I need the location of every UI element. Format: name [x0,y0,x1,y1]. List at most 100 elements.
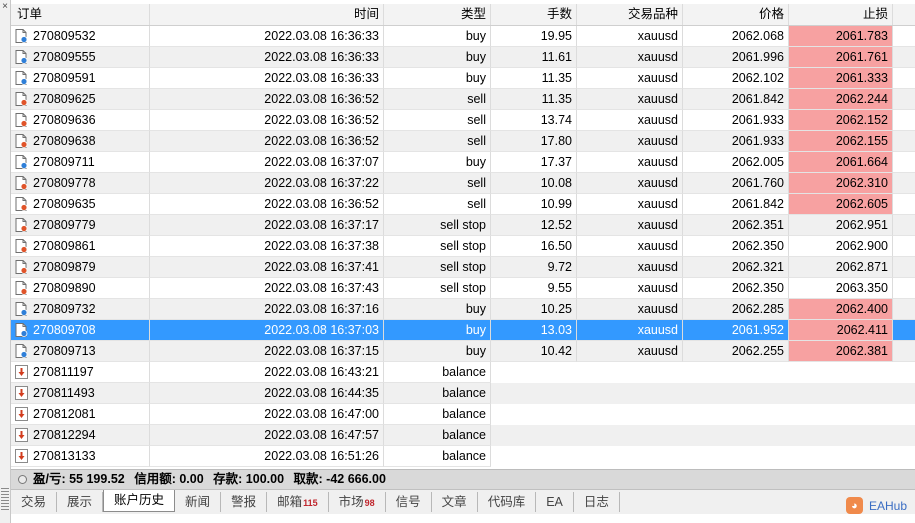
table-row[interactable]: 270809635 2022.03.08 16:36:52 sell 10.99 xau… [11,194,915,215]
symbol-cell: xauusd [577,320,683,341]
tab-0[interactable]: 交易 [11,492,58,512]
table-row[interactable]: 270812081 2022.03.08 16:47:00 balance [11,404,915,425]
volume-cell [491,425,577,446]
tab-7[interactable]: 信号 [386,492,432,512]
table-row[interactable]: 270809555 2022.03.08 16:36:33 buy 11.61 xauu… [11,47,915,68]
sell-order-icon [15,92,28,106]
filler-cell [893,341,915,362]
table-row[interactable]: 270811493 2022.03.08 16:44:35 balance [11,383,915,404]
time-cell: 2022.03.08 16:37:16 [150,299,384,320]
column-header-type[interactable]: 类型 [384,4,491,25]
table-row[interactable]: 270809711 2022.03.08 16:37:07 buy 17.37 xauu… [11,152,915,173]
table-row[interactable]: 270809636 2022.03.08 16:36:52 sell 13.74 xau… [11,110,915,131]
stop-loss-cell: 2062.411 [789,320,893,341]
time-cell: 2022.03.08 16:37:17 [150,215,384,236]
time-cell: 2022.03.08 16:36:52 [150,131,384,152]
stop-loss-cell: 2061.664 [789,152,893,173]
time-cell: 2022.03.08 16:37:22 [150,173,384,194]
toolbox-grip-handle[interactable] [1,486,9,510]
sell-order-icon [15,218,28,232]
tab-label: EA [546,495,563,509]
price-cell [683,362,789,383]
balance-icon [15,428,28,442]
table-row[interactable]: 270809638 2022.03.08 16:36:52 sell 17.80 xau… [11,131,915,152]
table-row[interactable]: 270809713 2022.03.08 16:37:15 buy 10.42 xauu… [11,341,915,362]
table-row[interactable]: 270809779 2022.03.08 16:37:17 sell stop 12.… [11,215,915,236]
order-cell: 270809638 [11,131,150,152]
symbol-cell: xauusd [577,194,683,215]
type-cell: sell stop [384,215,491,236]
table-row[interactable]: 270812294 2022.03.08 16:47:57 balance [11,425,915,446]
table-row[interactable]: 270809708 2022.03.08 16:37:03 buy 13.03 xauu… [11,320,915,341]
stop-loss-cell: 2062.951 [789,215,893,236]
filler-cell [893,278,915,299]
tab-label: 代码库 [487,495,526,509]
order-cell: 270809635 [11,194,150,215]
order-number: 270809778 [33,176,96,190]
tab-label: 信号 [395,495,421,509]
table-row[interactable]: 270809890 2022.03.08 16:37:43 sell stop 9.5… [11,278,915,299]
column-header-order[interactable]: 订单 [11,4,150,25]
order-number: 270809708 [33,323,96,337]
tab-6[interactable]: 市场98 [329,492,386,512]
volume-cell: 11.35 [491,68,577,89]
filler-cell [893,47,915,68]
type-cell: sell stop [384,257,491,278]
type-cell: sell [384,110,491,131]
price-cell: 2061.933 [683,110,789,131]
volume-cell [491,383,577,404]
column-header-time[interactable]: 时间 [150,4,384,25]
summary-bullet-icon [18,475,27,485]
tab-8[interactable]: 文章 [432,492,478,512]
column-header-volume[interactable]: 手数 [491,4,577,25]
column-header-stop-loss[interactable]: 止损 [789,4,893,25]
time-cell: 2022.03.08 16:37:03 [150,320,384,341]
order-number: 270809879 [33,260,96,274]
tab-9[interactable]: 代码库 [478,492,537,512]
order-cell: 270811197 [11,362,150,383]
account-summary-bar: 盈/亏: 55 199.52 信用额: 0.00 存款: 100.00 取款: … [11,469,915,489]
balance-icon [15,449,28,463]
sell-order-icon [15,113,28,127]
table-row[interactable]: 270809861 2022.03.08 16:37:38 sell stop 16.… [11,236,915,257]
tab-1[interactable]: 展示 [57,492,104,512]
time-cell: 2022.03.08 16:37:41 [150,257,384,278]
filler-cell [893,194,915,215]
tab-11[interactable]: 日志 [574,492,620,512]
table-row[interactable]: 270809732 2022.03.08 16:37:16 buy 10.25 xauu… [11,299,915,320]
filler-cell [893,404,915,425]
filler-cell [893,131,915,152]
type-cell: buy [384,68,491,89]
filler-cell [893,236,915,257]
order-number: 270809636 [33,113,96,127]
table-row[interactable]: 270811197 2022.03.08 16:43:21 balance [11,362,915,383]
summary-credit: 信用额: 0.00 [134,472,204,486]
type-cell: sell stop [384,236,491,257]
volume-cell: 17.37 [491,152,577,173]
filler-cell [893,68,915,89]
tab-2[interactable]: 账户历史 [103,490,176,512]
table-row[interactable]: 270809625 2022.03.08 16:36:52 sell 11.35 xau… [11,89,915,110]
table-row[interactable]: 270809591 2022.03.08 16:36:33 buy 11.35 xauu… [11,68,915,89]
tab-3[interactable]: 新闻 [175,492,222,512]
time-cell: 2022.03.08 16:47:57 [150,425,384,446]
table-row[interactable]: 270809879 2022.03.08 16:37:41 sell stop 9.7… [11,257,915,278]
order-cell: 270809625 [11,89,150,110]
tab-4[interactable]: 警报 [221,492,268,512]
symbol-cell: xauusd [577,299,683,320]
order-number: 270809711 [33,155,95,169]
tab-5[interactable]: 邮箱115 [267,492,329,512]
column-header-symbol[interactable]: 交易品种 [577,4,683,25]
stop-loss-cell: 2062.310 [789,173,893,194]
table-row[interactable]: 270813133 2022.03.08 16:51:26 balance [11,446,915,467]
column-header-price[interactable]: 价格 [683,4,789,25]
table-row[interactable]: 270809532 2022.03.08 16:36:33 buy 19.95 xauu… [11,26,915,47]
table-row[interactable]: 270809778 2022.03.08 16:37:22 sell 10.08 xau… [11,173,915,194]
symbol-cell: xauusd [577,47,683,68]
eahub-watermark-text: EAHub [868,498,907,513]
order-number: 270809861 [33,239,96,253]
tab-10[interactable]: EA [536,492,574,512]
volume-cell: 19.95 [491,26,577,47]
tab-label: 账户历史 [114,493,165,507]
close-icon[interactable]: × [0,2,10,12]
